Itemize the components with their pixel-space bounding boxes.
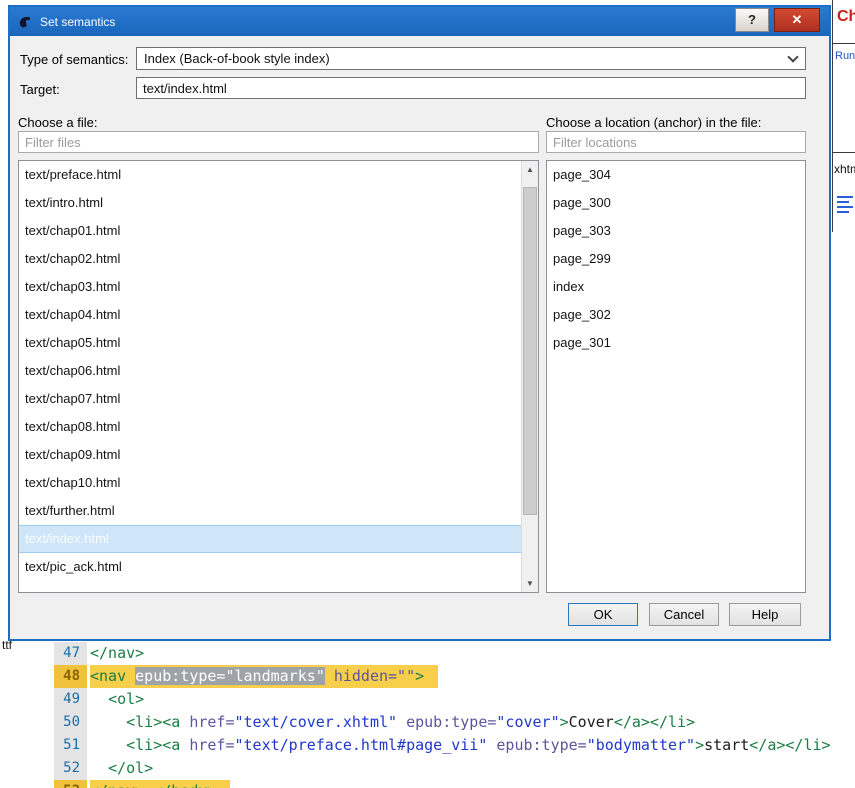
- location-list: page_304 page_300 page_303 page_299 index pag…: [546, 160, 806, 593]
- line-number: 48: [54, 665, 87, 688]
- dialog-titlebar[interactable]: Set semantics ? ✕: [10, 7, 829, 36]
- code-line[interactable]: 48 <nav epub:type="landmarks" hidden="">: [54, 665, 855, 688]
- file-list-item[interactable]: text/chap03.html: [19, 273, 521, 301]
- dialog-title: Set semantics: [40, 14, 116, 29]
- file-list-item[interactable]: text/index.html: [19, 525, 521, 553]
- line-number: 51: [54, 734, 87, 757]
- scroll-up-icon[interactable]: ▲: [522, 161, 538, 178]
- location-list-item[interactable]: page_303: [547, 217, 805, 245]
- file-list-item[interactable]: text/chap04.html: [19, 301, 521, 329]
- location-list-item[interactable]: page_304: [547, 161, 805, 189]
- filter-files-input[interactable]: [18, 131, 539, 153]
- scroll-down-icon[interactable]: ▼: [522, 575, 538, 592]
- line-number: 50: [54, 711, 87, 734]
- panel-title-fragment: Ch: [837, 8, 855, 25]
- semantics-type-dropdown[interactable]: Index (Back-of-book style index): [136, 47, 806, 70]
- panel-divider: [833, 43, 855, 44]
- location-list-item[interactable]: page_301: [547, 329, 805, 357]
- editor-tab-fragment[interactable]: xhtml: [834, 162, 855, 176]
- line-number: 49: [54, 688, 87, 711]
- panel-divider: [833, 152, 855, 153]
- target-label: Target:: [20, 82, 60, 97]
- text-lines-icon[interactable]: [837, 196, 853, 216]
- ok-button[interactable]: OK: [568, 603, 638, 626]
- file-list-item[interactable]: text/chap07.html: [19, 385, 521, 413]
- file-list-item[interactable]: text/chap02.html: [19, 245, 521, 273]
- target-input[interactable]: [136, 77, 806, 99]
- file-list-item[interactable]: text/chap01.html: [19, 217, 521, 245]
- scrollbar-thumb[interactable]: [523, 187, 537, 515]
- file-list-item[interactable]: text/chap10.html: [19, 469, 521, 497]
- file-list: text/preface.html text/intro.html text/cha…: [18, 160, 539, 593]
- code-line[interactable]: 49 <ol>: [54, 688, 855, 711]
- chevron-down-icon: [787, 51, 799, 63]
- code-line[interactable]: 47 </nav>: [54, 642, 855, 665]
- titlebar-help-button[interactable]: ?: [735, 8, 769, 32]
- file-list-item[interactable]: text/chap09.html: [19, 441, 521, 469]
- code-line[interactable]: 53</nav> </body>: [54, 780, 855, 788]
- choose-location-heading: Choose a location (anchor) in the file:: [546, 115, 762, 130]
- semantics-type-value: Index (Back-of-book style index): [144, 51, 330, 66]
- help-button[interactable]: Help: [729, 603, 801, 626]
- code-editor[interactable]: 47 </nav> 48 <nav epub:type="landmarks" hid…: [54, 642, 855, 788]
- line-number: 52: [54, 757, 87, 780]
- choose-file-heading: Choose a file:: [18, 115, 98, 130]
- run-link[interactable]: Run: [835, 50, 855, 62]
- set-semantics-dialog: Set semantics ? ✕ Type of semantics: Ind…: [8, 5, 831, 641]
- code-line[interactable]: 50 <li><a href="text/cover.xhtml" epub:t…: [54, 711, 855, 734]
- file-list-item[interactable]: text/preface.html: [19, 161, 521, 189]
- filter-locations-input[interactable]: [546, 131, 806, 153]
- code-line[interactable]: 51 <li><a href="text/preface.html#page_v…: [54, 734, 855, 757]
- file-list-item[interactable]: text/pic_ack.html: [19, 553, 521, 581]
- location-list-item[interactable]: index: [547, 273, 805, 301]
- file-list-item[interactable]: text/chap06.html: [19, 357, 521, 385]
- file-list-item[interactable]: text/chap08.html: [19, 413, 521, 441]
- cancel-button[interactable]: Cancel: [649, 603, 719, 626]
- line-number: 53: [54, 780, 87, 788]
- location-list-item[interactable]: page_300: [547, 189, 805, 217]
- file-list-scrollbar[interactable]: ▲ ▼: [521, 161, 538, 592]
- file-list-item[interactable]: text/intro.html: [19, 189, 521, 217]
- close-icon[interactable]: ✕: [774, 8, 820, 32]
- location-list-item[interactable]: page_302: [547, 301, 805, 329]
- location-list-item[interactable]: page_299: [547, 245, 805, 273]
- background-right-panel: Ch Run xhtml: [832, 0, 855, 232]
- file-list-item[interactable]: text/chap05.html: [19, 329, 521, 357]
- sigil-app-icon: [19, 16, 31, 27]
- type-of-semantics-label: Type of semantics:: [20, 52, 129, 67]
- screen: ttf Ch Run xhtml 47</nav>48<nav epub:typ…: [0, 0, 855, 788]
- code-line[interactable]: 52 </ol>: [54, 757, 855, 780]
- line-number: 47: [54, 642, 87, 665]
- file-list-item[interactable]: text/further.html: [19, 497, 521, 525]
